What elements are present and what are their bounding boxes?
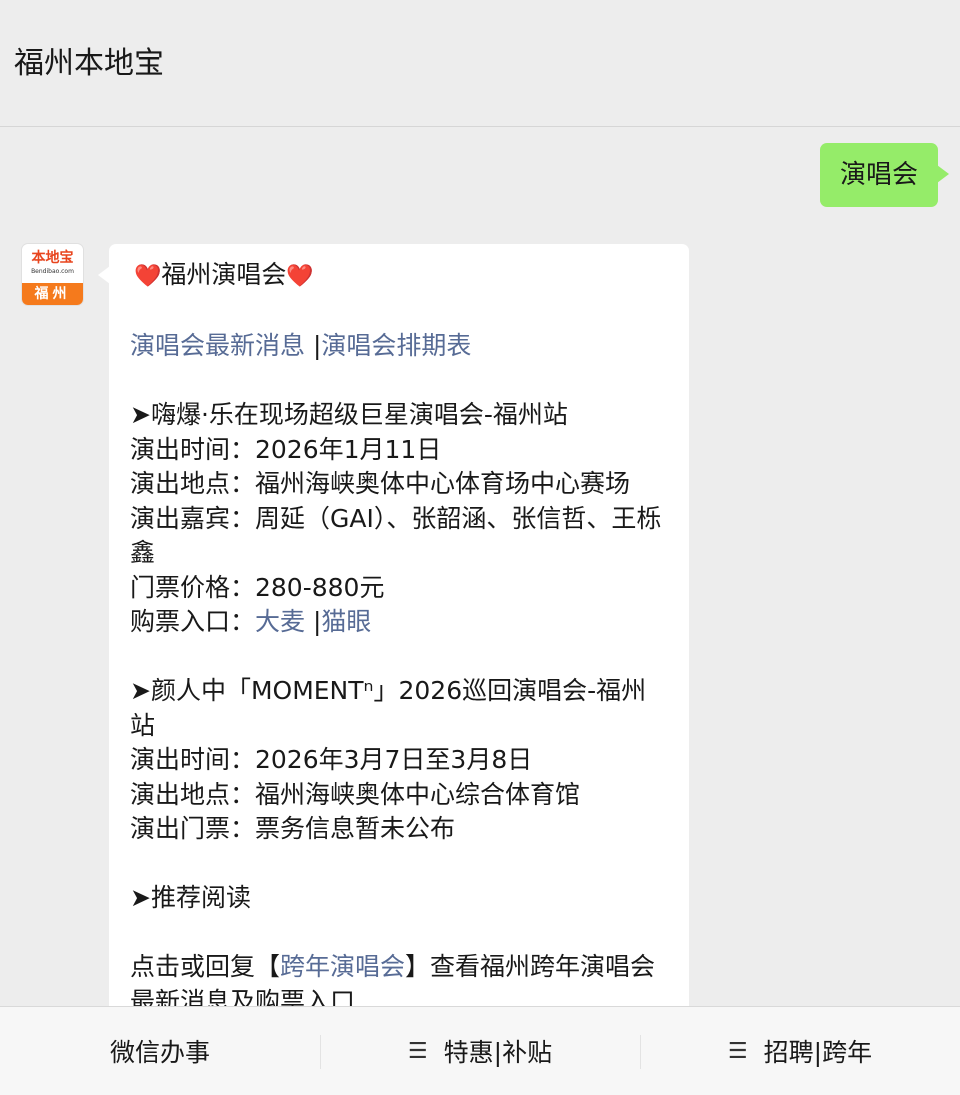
menu-item-wechat-services[interactable]: 微信办事 bbox=[0, 1007, 320, 1095]
recommend-heading: ➤推荐阅读 bbox=[130, 883, 251, 912]
reply-title: 福州演唱会 bbox=[161, 260, 287, 289]
concert1-name: ➤嗨爆·乐在现场超级巨星演唱会-福州站 bbox=[130, 400, 568, 429]
links-row: 演唱会最新消息 |演唱会排期表 bbox=[130, 329, 668, 364]
menu-list-icon: ☰ bbox=[727, 1038, 748, 1064]
concert2-tickets: 演出门票：票务信息暂未公布 bbox=[130, 814, 456, 843]
concert1-guests: 演出嘉宾：周延（GAI）、张韶涵、张信哲、王栎鑫 bbox=[130, 503, 662, 568]
concert2-time: 演出时间：2026年3月7日至3月8日 bbox=[130, 745, 533, 774]
bottom-menu: 微信办事 ☰ 特惠|补贴 ☰ 招聘|跨年 bbox=[0, 1006, 960, 1095]
chat-area[interactable]: 演唱会 本地宝 Bendibao.com 福州 ❤️福州演唱会❤️ 演唱会最新消… bbox=[0, 128, 960, 1006]
user-message-bubble[interactable]: 演唱会 bbox=[819, 143, 950, 207]
reply-message-bubble: ❤️福州演唱会❤️ 演唱会最新消息 |演唱会排期表 ➤嗨爆·乐在现场超级巨星演唱… bbox=[98, 244, 689, 1006]
concert1-venue: 演出地点：福州海峡奥体中心体育场中心赛场 bbox=[130, 469, 631, 498]
concert1-time: 演出时间：2026年1月11日 bbox=[130, 434, 442, 464]
menu-item-deals[interactable]: ☰ 特惠|补贴 bbox=[320, 1007, 640, 1095]
new-year-concert-link[interactable]: 跨年演唱会 bbox=[280, 952, 405, 981]
concert2-name: ➤颜人中「MOMENTⁿ」2026巡回演唱会-福州站 bbox=[130, 676, 647, 740]
reply-hint-prefix: 点击或回复【 bbox=[130, 952, 281, 981]
menu-item-label: 特惠|补贴 bbox=[443, 1038, 553, 1067]
maoyan-link[interactable]: 猫眼 bbox=[321, 607, 371, 636]
reply-title-line: ❤️福州演唱会❤️ bbox=[130, 258, 668, 295]
latest-news-link[interactable]: 演唱会最新消息 bbox=[130, 331, 305, 360]
damai-link[interactable]: 大麦 bbox=[255, 607, 305, 636]
avatar-logo-text: 本地宝 bbox=[31, 250, 74, 266]
menu-item-label: 招聘|跨年 bbox=[763, 1038, 873, 1067]
avatar-url-text: Bendibao.com bbox=[31, 268, 74, 275]
reply-hint: 点击或回复【跨年演唱会】查看福州跨年演唱会最新消息及购票入口 bbox=[130, 950, 668, 1006]
menu-list-icon: ☰ bbox=[407, 1038, 428, 1064]
chat-title: 福州本地宝 bbox=[14, 46, 164, 81]
avatar-city-text: 福州 bbox=[22, 283, 83, 305]
ticket-label: 购票入口： bbox=[130, 607, 256, 636]
account-avatar[interactable]: 本地宝 Bendibao.com 福州 bbox=[22, 244, 83, 305]
menu-item-label: 微信办事 bbox=[109, 1038, 210, 1067]
schedule-link[interactable]: 演唱会排期表 bbox=[321, 331, 471, 360]
heart-icon: ❤️ bbox=[134, 264, 162, 289]
concert2-venue: 演出地点：福州海峡奥体中心综合体育馆 bbox=[130, 779, 581, 809]
menu-item-jobs[interactable]: ☰ 招聘|跨年 bbox=[640, 1007, 960, 1095]
concert1-tickets: 购票入口：大麦 |猫眼 bbox=[130, 605, 668, 640]
concert1-price: 门票价格：280-880元 bbox=[130, 572, 385, 602]
heart-icon: ❤️ bbox=[286, 264, 314, 289]
chat-header: 福州本地宝 bbox=[0, 0, 960, 127]
